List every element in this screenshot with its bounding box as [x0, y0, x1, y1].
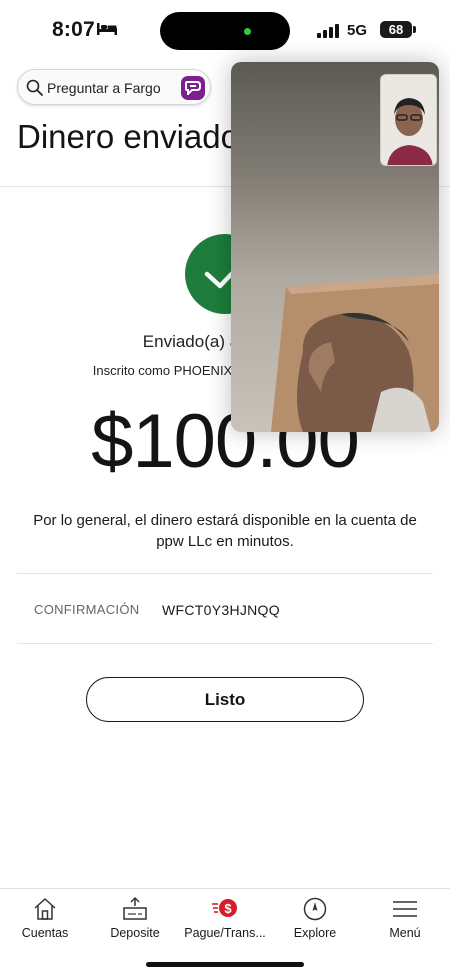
battery-indicator: 68	[380, 21, 412, 38]
tab-label-cuentas: Cuentas	[21, 926, 69, 940]
ask-fargo-search[interactable]: Preguntar a Fargo	[17, 69, 211, 105]
battery-tip	[413, 26, 416, 33]
compass-icon	[303, 897, 327, 921]
tab-label-explore: Explore	[293, 926, 337, 940]
deposit-icon	[123, 896, 147, 920]
search-label: Preguntar a Fargo	[47, 80, 161, 96]
home-icon	[34, 898, 56, 920]
confirmation-divider-bottom	[17, 643, 433, 644]
availability-note: Por lo general, el dinero estará disponi…	[33, 512, 417, 550]
sleep-focus-icon	[97, 23, 117, 35]
page-title: Dinero enviado	[17, 118, 239, 155]
search-icon	[26, 79, 43, 96]
status-time: 8:07	[52, 18, 95, 41]
dynamic-island	[160, 12, 290, 50]
confirmation-label: CONFIRMACIÓN	[34, 602, 140, 617]
svg-text:$: $	[224, 901, 232, 916]
tab-label-pague: Pague/Trans...	[184, 926, 266, 940]
status-bar: 8:07 5G 68	[0, 0, 450, 62]
confirmation-code: WFCT0Y3HJNQQ	[162, 602, 280, 618]
tab-label-deposite: Deposite	[110, 926, 160, 940]
video-call-window[interactable]	[231, 62, 439, 432]
tab-label-menu: Menú	[389, 926, 421, 940]
self-view-feed	[381, 75, 436, 165]
cellular-signal-icon	[317, 24, 339, 38]
tab-deposite[interactable]: Deposite	[90, 889, 180, 949]
tab-cuentas[interactable]: Cuentas	[0, 889, 90, 949]
home-indicator[interactable]	[146, 962, 304, 967]
pay-transfer-icon: $	[212, 899, 237, 917]
done-button[interactable]: Listo	[86, 677, 364, 722]
fargo-assistant-icon[interactable]	[181, 76, 205, 100]
confirmation-divider-top	[17, 573, 433, 574]
tab-pague-transfiera[interactable]: $ Pague/Trans...	[180, 889, 270, 949]
camera-in-use-indicator	[244, 28, 251, 35]
tab-explore[interactable]: Explore	[270, 889, 360, 949]
network-type: 5G	[347, 22, 368, 39]
tab-menu[interactable]: Menú	[360, 889, 450, 949]
self-view-video[interactable]	[380, 74, 437, 166]
hamburger-menu-icon	[393, 901, 417, 917]
